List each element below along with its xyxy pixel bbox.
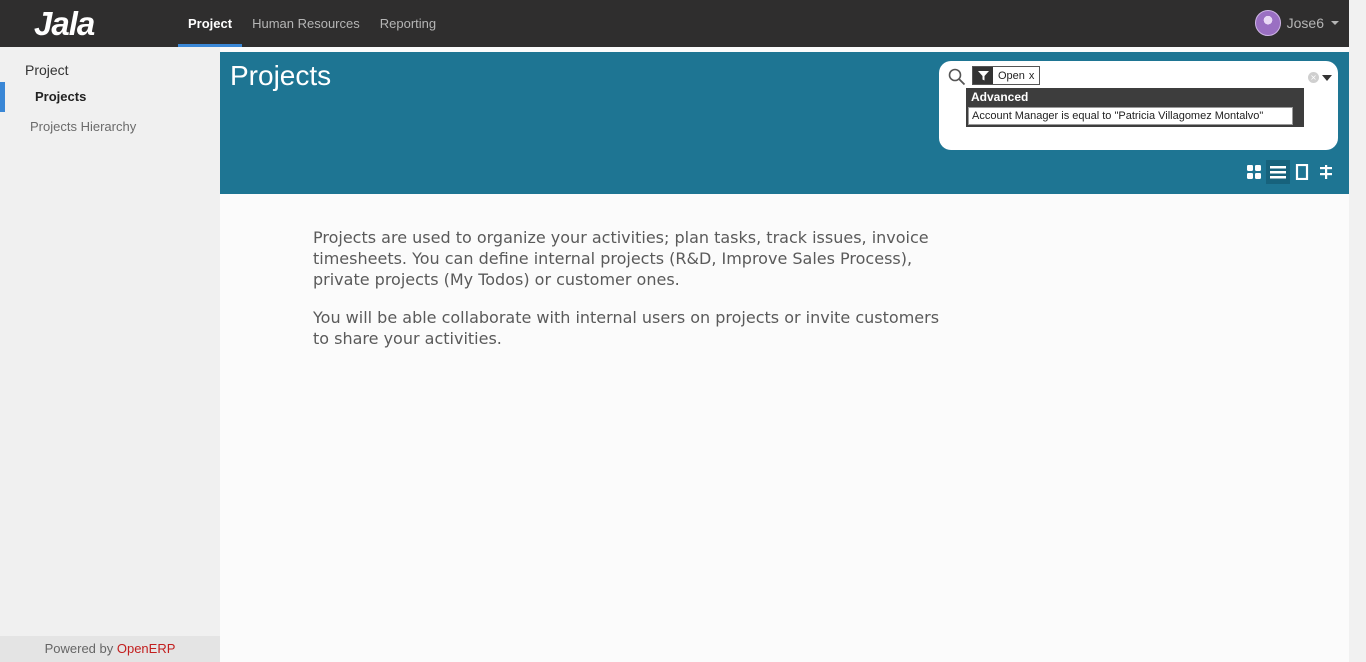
menu-project[interactable]: Project (178, 0, 243, 47)
advanced-filter-item[interactable]: Account Manager is equal to "Patricia Vi… (968, 107, 1293, 125)
advanced-filter-panel: Advanced Account Manager is equal to "Pa… (966, 88, 1304, 127)
menu-reporting[interactable]: Reporting (370, 0, 446, 47)
clear-search-icon[interactable]: × (1308, 72, 1319, 83)
chevron-down-icon[interactable] (1331, 21, 1339, 25)
user-menu[interactable]: Jose6 (1254, 8, 1339, 38)
empty-state-help: Projects are used to organize your activ… (313, 227, 953, 366)
kanban-view-button[interactable] (1242, 160, 1266, 184)
list-view-button[interactable] (1266, 160, 1290, 184)
sidebar-item-projects[interactable]: Projects (0, 82, 220, 112)
user-name[interactable]: Jose6 (1287, 15, 1324, 31)
search-options-toggle-icon[interactable] (1322, 75, 1332, 81)
top-menu: Project Human Resources Reporting (178, 0, 446, 47)
form-view-icon (1295, 164, 1309, 180)
form-view-button[interactable] (1290, 160, 1314, 184)
facet-label: Open (998, 69, 1025, 82)
search-icon[interactable] (948, 68, 966, 86)
page-title: Projects (230, 60, 332, 91)
view-switcher (1242, 160, 1338, 184)
avatar[interactable] (1254, 10, 1281, 36)
kanban-view-icon (1247, 165, 1261, 179)
openerp-link[interactable]: OpenERP (117, 641, 176, 656)
sidebar: Project Projects Projects Hierarchy Powe… (0, 47, 220, 662)
search-box[interactable]: Open x × Advanced Account Manager is equ… (939, 61, 1338, 150)
help-paragraph-1: Projects are used to organize your activ… (313, 228, 929, 289)
filter-icon (973, 67, 993, 84)
sidebar-section-title: Project (25, 62, 69, 78)
gantt-view-button[interactable] (1314, 160, 1338, 184)
advanced-header: Advanced (971, 90, 1029, 104)
vertical-scrollbar[interactable] (1349, 0, 1366, 662)
sidebar-item-projects-hierarchy[interactable]: Projects Hierarchy (0, 112, 220, 142)
facet-remove-button[interactable]: x (1029, 70, 1040, 82)
top-navbar: Jala Project Human Resources Reporting J… (0, 0, 1349, 47)
list-view-icon (1270, 166, 1286, 179)
view-header: Projects Open x × Advanced Account Manag… (220, 52, 1349, 194)
search-facet-open[interactable]: Open x (972, 66, 1041, 85)
powered-by-footer: Powered by OpenERP (0, 636, 220, 662)
powered-by-text: Powered by (44, 641, 117, 656)
company-logo[interactable]: Jala (34, 5, 95, 43)
gantt-view-icon (1320, 165, 1332, 179)
help-paragraph-2: You will be able collaborate with intern… (313, 308, 940, 348)
menu-human-resources[interactable]: Human Resources (242, 0, 370, 47)
